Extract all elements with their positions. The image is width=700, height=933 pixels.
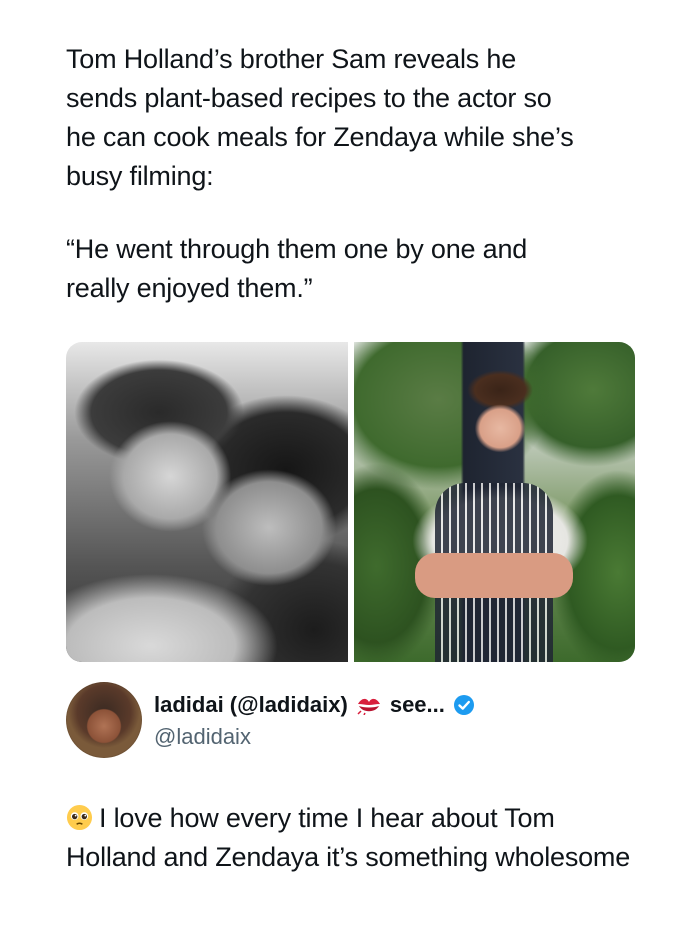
name-suffix: see... [389,692,445,717]
photo-chef[interactable] [353,342,635,662]
author-handle[interactable]: @ladidaix [154,724,251,750]
author-name[interactable]: ladidai (@ladidaix) [154,692,348,718]
photo-couple[interactable] [66,342,348,662]
reply-text: I love how every time I hear about Tom H… [66,803,631,872]
post-quote: “He went through them one by one and rea… [66,234,528,303]
verified-badge-icon [453,695,474,715]
reply-author: ladidai (@ladidaix) see... @ladidaix [66,682,646,762]
avatar[interactable] [66,682,142,758]
author-name-line[interactable]: ladidai (@ladidaix) see... [154,692,475,718]
reply-text-block: I love how every time I hear about Tom H… [66,799,646,877]
crossed-arms [415,553,574,598]
media-grid [66,342,635,662]
kiss-mark-icon [357,698,380,715]
post-text: Tom Holland’s brother Sam reveals he sen… [66,44,574,191]
pleading-face-icon [66,804,93,831]
